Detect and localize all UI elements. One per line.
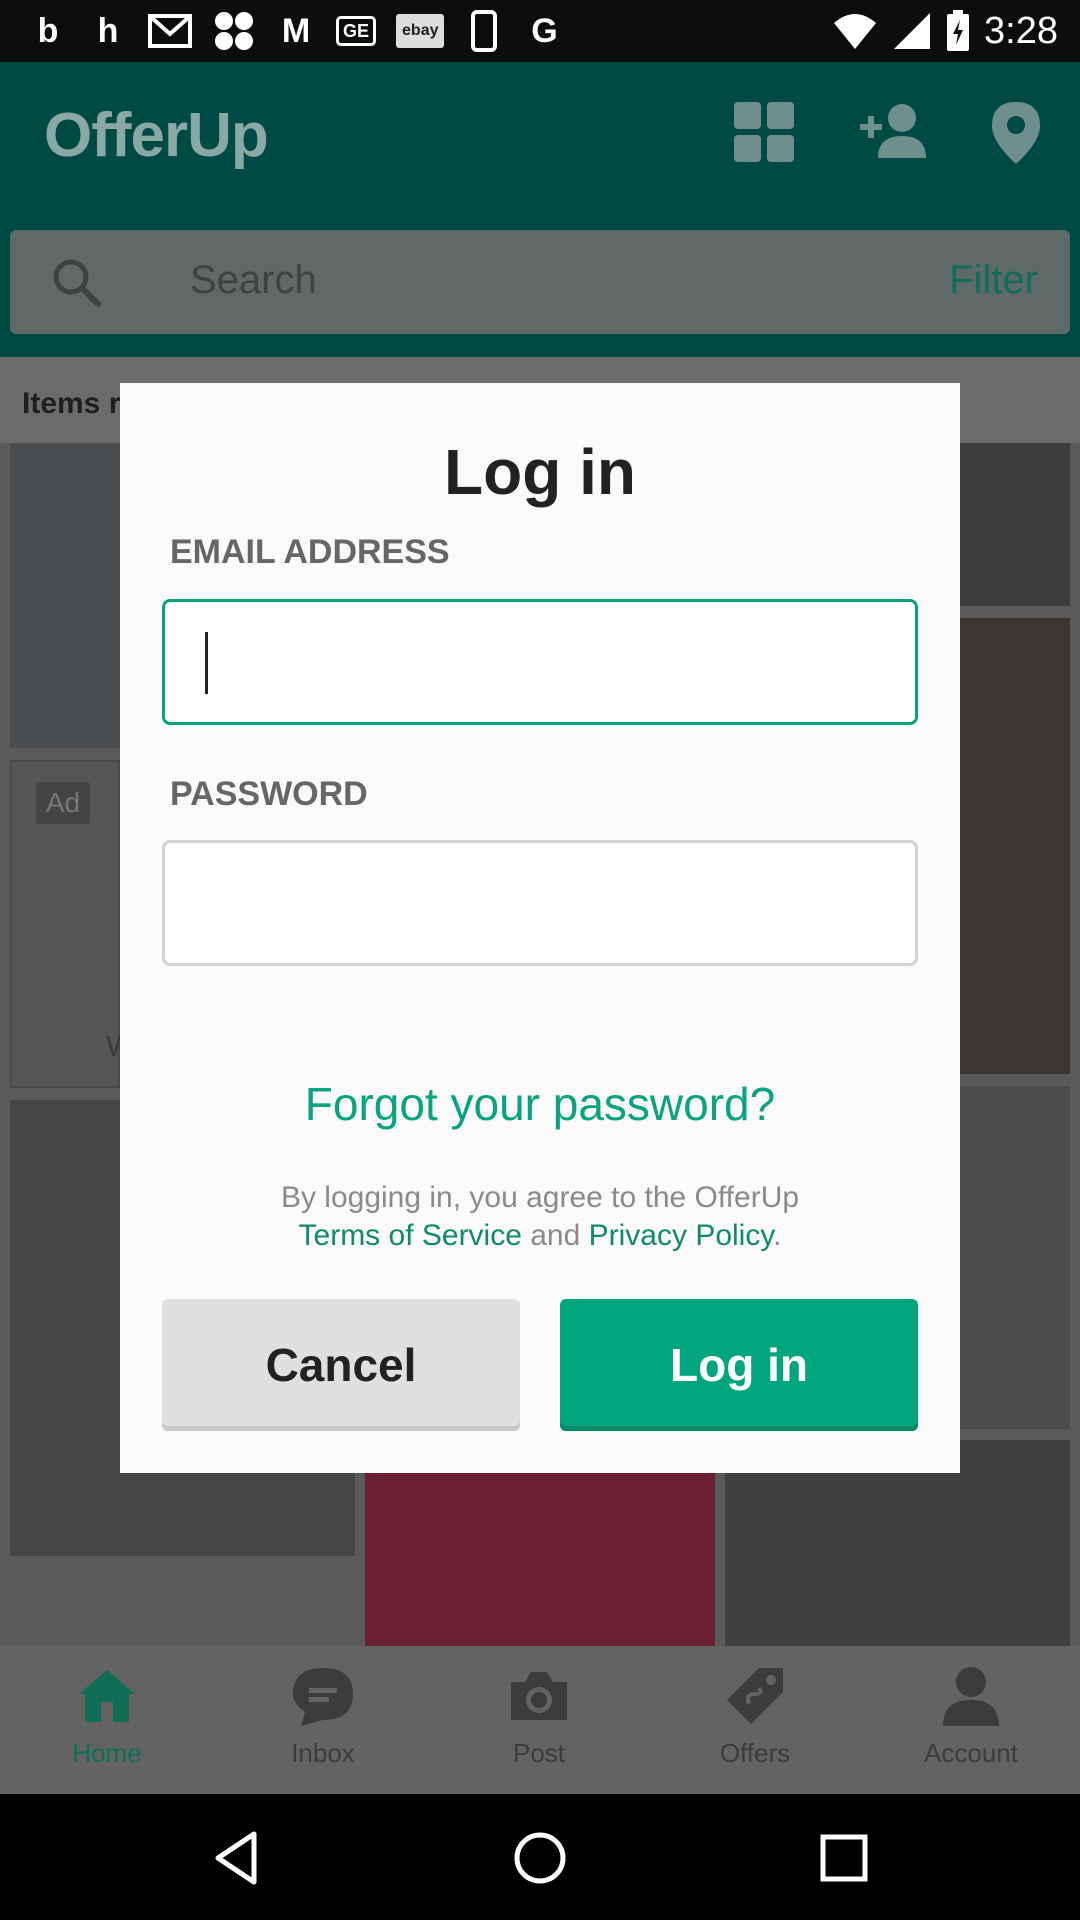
email-field[interactable] — [162, 599, 918, 725]
terms-of-service-link[interactable]: Terms of Service — [299, 1219, 522, 1252]
cancel-button[interactable]: Cancel — [162, 1299, 520, 1431]
bottom-nav: Home Inbox Post Offers Account — [0, 1646, 1080, 1794]
nav-inbox-label: Inbox — [291, 1738, 355, 1768]
nav-inbox[interactable]: Inbox — [248, 1664, 398, 1769]
system-nav-bar — [0, 1794, 1080, 1920]
feed-title: Items r — [22, 387, 121, 420]
password-label: PASSWORD — [170, 775, 368, 813]
nav-offers[interactable]: Offers — [680, 1664, 830, 1769]
home-circle-icon[interactable] — [510, 1828, 570, 1888]
listing-tile[interactable] — [10, 443, 120, 748]
back-icon[interactable] — [206, 1828, 266, 1888]
ge-icon: GE — [336, 16, 377, 46]
ad-badge: Ad — [36, 782, 90, 824]
login-button[interactable]: Log in — [560, 1299, 918, 1431]
listing-tile[interactable] — [960, 1086, 1070, 1429]
search-bar[interactable]: Search Filter — [10, 230, 1070, 334]
listing-tile[interactable] — [960, 618, 1070, 1074]
nav-offers-label: Offers — [719, 1738, 791, 1768]
tag-icon — [727, 1668, 783, 1724]
nav-account[interactable]: Account — [896, 1664, 1046, 1769]
ebay-icon: ebay — [396, 14, 445, 48]
notification-icons: b h M GE ebay G — [28, 10, 564, 52]
nav-home[interactable]: Home — [32, 1664, 182, 1769]
forgot-password-link[interactable]: Forgot your password? — [120, 1077, 960, 1131]
login-dialog: Log in EMAIL ADDRESS PASSWORD Forgot you… — [120, 383, 960, 1473]
person-icon — [943, 1667, 999, 1726]
status-bar: b h M GE ebay G 3:28 — [0, 0, 1080, 62]
filter-button[interactable]: Filter — [949, 258, 1038, 303]
privacy-policy-link[interactable]: Privacy Policy — [589, 1219, 773, 1252]
battery-icon — [947, 10, 970, 51]
terms-period: . — [773, 1219, 782, 1252]
nav-post[interactable]: Post — [464, 1664, 614, 1769]
listing-tile[interactable] — [960, 443, 1070, 606]
email-label: EMAIL ADDRESS — [170, 533, 450, 571]
recents-icon[interactable] — [814, 1828, 874, 1888]
add-person-icon[interactable] — [858, 100, 926, 164]
houzz-icon: h — [97, 11, 119, 50]
nav-home-label: Home — [72, 1738, 142, 1768]
cell-signal-icon — [894, 13, 931, 49]
system-status: 3:28 — [832, 8, 1058, 54]
terms-text: By logging in, you agree to the OfferUp — [280, 1181, 800, 1214]
search-input[interactable]: Search — [190, 258, 317, 303]
moovit-icon: M — [281, 11, 311, 50]
wifi-icon — [834, 14, 877, 49]
password-field[interactable] — [162, 840, 918, 966]
dialog-title: Log in — [444, 436, 636, 508]
gmail-icon — [148, 11, 192, 51]
terms-and-text: and — [521, 1219, 589, 1252]
camera-icon — [511, 1672, 567, 1720]
listing-tile[interactable] — [365, 1473, 715, 1646]
nav-account-label: Account — [924, 1738, 1018, 1768]
location-pin-icon[interactable] — [988, 100, 1052, 164]
phone-icon — [464, 10, 504, 52]
app-bar: OfferUp Search Filter — [0, 62, 1080, 357]
nav-post-label: Post — [512, 1738, 566, 1768]
terms-notice: By logging in, you agree to the OfferUp … — [120, 1179, 960, 1255]
offerup-logo: OfferUp — [44, 101, 269, 170]
text-caret — [205, 632, 208, 694]
listing-tile[interactable] — [10, 1568, 355, 1646]
search-icon — [50, 256, 102, 308]
clock: 3:28 — [984, 9, 1058, 52]
app-grid-icon — [212, 11, 256, 51]
categories-grid-icon[interactable] — [732, 100, 796, 164]
home-icon — [79, 1670, 135, 1722]
beats-icon: b — [37, 11, 59, 50]
chat-icon — [293, 1668, 353, 1726]
google-icon: G — [531, 11, 558, 50]
